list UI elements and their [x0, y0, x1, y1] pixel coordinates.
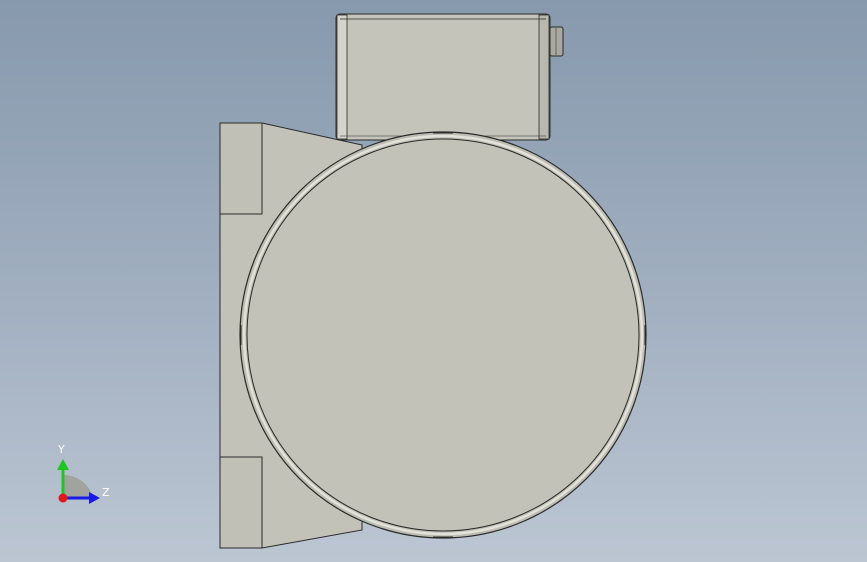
- cable-gland[interactable]: [549, 26, 564, 57]
- terminal-box-right-edge: [538, 14, 550, 140]
- axis-x-origin-icon: [58, 493, 68, 503]
- terminal-box[interactable]: [335, 13, 564, 141]
- axis-z-label: Z: [102, 486, 110, 499]
- terminal-box-left-edge: [336, 14, 348, 140]
- motor-end-cover[interactable]: [239, 131, 647, 539]
- foot-upper-pad[interactable]: [219, 122, 263, 215]
- cad-model-view[interactable]: [0, 0, 867, 562]
- axis-z-arrow-icon: [89, 492, 100, 504]
- orientation-triad[interactable]: [57, 459, 100, 504]
- axis-y-label: Y: [58, 443, 65, 456]
- graphics-viewport[interactable]: Y Z: [0, 0, 867, 562]
- axis-y-arrow-icon: [57, 459, 69, 470]
- triad-plane-indicator: [63, 474, 93, 498]
- foot-lower-pad[interactable]: [219, 456, 263, 549]
